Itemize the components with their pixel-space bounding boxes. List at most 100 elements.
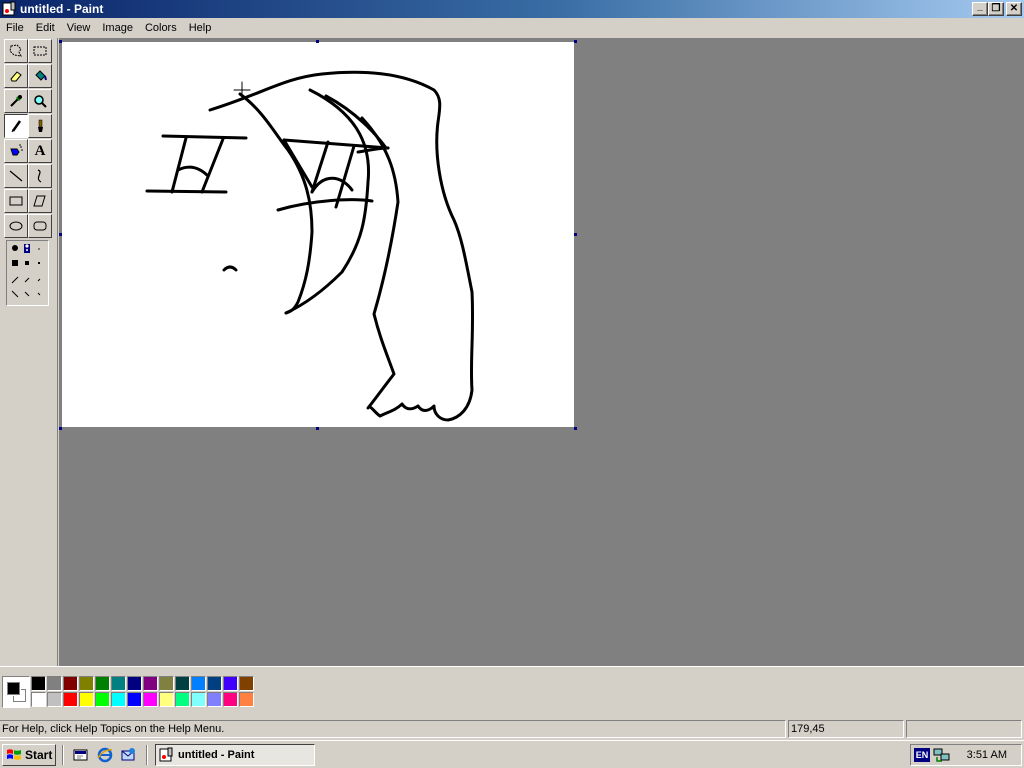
taskbar: Start untitled - Paint EN 3:51 AM [0, 740, 1024, 768]
resize-handle-bottom-left[interactable] [59, 427, 62, 430]
paint-app-icon[interactable] [2, 1, 18, 17]
palette-color-swatch[interactable] [31, 676, 46, 691]
tool-curve[interactable] [28, 164, 52, 188]
tool-eraser[interactable] [4, 64, 28, 88]
tool-polygon[interactable] [28, 189, 52, 213]
palette-color-swatch[interactable] [191, 676, 206, 691]
palette-color-swatch[interactable] [175, 676, 190, 691]
drawing-strokes [145, 70, 475, 422]
taskbar-separator [62, 745, 64, 765]
tool-pencil[interactable] [4, 114, 28, 138]
tool-options-panel[interactable] [6, 240, 49, 306]
palette-color-swatch[interactable] [223, 692, 238, 707]
resize-handle-top-right[interactable] [574, 40, 577, 43]
palette-color-swatch[interactable] [143, 676, 158, 691]
current-colors[interactable] [2, 676, 30, 708]
palette-color-swatch[interactable] [127, 676, 142, 691]
magnifier-icon [34, 95, 47, 108]
caption-buttons: _ ❐ ✕ [972, 2, 1022, 16]
palette-color-swatch[interactable] [79, 676, 94, 691]
tool-line[interactable] [4, 164, 28, 188]
resize-handle-bottom-right[interactable] [574, 427, 577, 430]
palette-color-swatch[interactable] [31, 692, 46, 707]
palette-color-swatch[interactable] [79, 692, 94, 707]
workspace[interactable] [59, 38, 1024, 666]
close-button[interactable]: ✕ [1006, 2, 1022, 16]
network-icon[interactable] [933, 747, 951, 763]
outlook-express-icon[interactable] [120, 747, 136, 763]
palette-color-swatch[interactable] [111, 676, 126, 691]
tool-rectangle[interactable] [4, 189, 28, 213]
start-button[interactable]: Start [2, 744, 56, 766]
language-indicator[interactable]: EN [914, 748, 930, 762]
window-title: untitled - Paint [20, 2, 104, 16]
menu-help[interactable]: Help [183, 18, 218, 38]
close-icon: ✕ [1009, 3, 1019, 14]
resize-handle-top[interactable] [316, 40, 319, 43]
tool-pick-color[interactable] [4, 89, 28, 113]
minimize-icon: _ [977, 1, 983, 12]
show-desktop-icon[interactable] [73, 747, 89, 763]
palette-color-swatch[interactable] [63, 676, 78, 691]
status-bar: For Help, click Help Topics on the Help … [0, 718, 1024, 740]
tool-magnifier[interactable] [28, 89, 52, 113]
taskbar-button-paint[interactable]: untitled - Paint [155, 744, 315, 766]
line-icon [9, 170, 23, 182]
menu-file[interactable]: File [0, 18, 30, 38]
palette-color-swatch[interactable] [191, 692, 206, 707]
tool-text[interactable]: A [28, 139, 52, 163]
ellipse-icon [9, 221, 23, 231]
status-selection-size [906, 720, 1022, 738]
palette-color-swatch[interactable] [239, 692, 254, 707]
tool-select[interactable] [28, 39, 52, 63]
palette-color-swatch[interactable] [95, 676, 110, 691]
system-tray: EN 3:51 AM [910, 744, 1022, 766]
tool-fill-with-color[interactable] [28, 64, 52, 88]
tool-airbrush[interactable] [4, 139, 28, 163]
tool-rounded-rectangle[interactable] [28, 214, 52, 238]
tool-box: A [0, 38, 58, 666]
title-bar[interactable]: untitled - Paint _ ❐ ✕ [0, 0, 1024, 18]
tool-free-form-select[interactable] [4, 39, 28, 63]
palette-color-swatch[interactable] [175, 692, 190, 707]
palette-color-swatch[interactable] [159, 692, 174, 707]
palette-color-swatch[interactable] [239, 676, 254, 691]
eraser-icon [10, 71, 22, 82]
color-palette [31, 676, 255, 708]
resize-handle-top-left[interactable] [59, 40, 62, 43]
paint-app-icon [159, 747, 173, 762]
clock[interactable]: 3:51 AM [967, 745, 1007, 765]
resize-handle-left[interactable] [59, 233, 62, 236]
tool-brush[interactable] [28, 114, 52, 138]
pencil-icon [11, 120, 22, 133]
palette-color-swatch[interactable] [159, 676, 174, 691]
palette-color-swatch[interactable] [95, 692, 110, 707]
menu-colors[interactable]: Colors [139, 18, 183, 38]
internet-explorer-icon[interactable] [97, 747, 113, 763]
palette-color-swatch[interactable] [127, 692, 142, 707]
palette-color-swatch[interactable] [63, 692, 78, 707]
foreground-color-swatch[interactable] [6, 681, 21, 696]
taskbar-separator [146, 745, 148, 765]
palette-color-swatch[interactable] [223, 676, 238, 691]
restore-button[interactable]: ❐ [988, 2, 1004, 16]
palette-color-swatch[interactable] [143, 692, 158, 707]
menu-edit[interactable]: Edit [30, 18, 61, 38]
polygon-icon [33, 195, 46, 207]
palette-color-swatch[interactable] [111, 692, 126, 707]
tool-ellipse[interactable] [4, 214, 28, 238]
start-label: Start [25, 748, 53, 762]
palette-color-swatch[interactable] [207, 676, 222, 691]
menu-image[interactable]: Image [96, 18, 139, 38]
menu-view[interactable]: View [61, 18, 97, 38]
eyedropper-icon [10, 95, 22, 107]
resize-handle-right[interactable] [574, 233, 577, 236]
palette-color-swatch[interactable] [207, 692, 222, 707]
drawing-canvas[interactable] [62, 42, 574, 427]
palette-color-swatch[interactable] [47, 692, 62, 707]
text-icon: A [34, 142, 46, 159]
minimize-button[interactable]: _ [972, 2, 988, 16]
resize-handle-bottom[interactable] [316, 427, 319, 430]
taskbar-button-label: untitled - Paint [178, 749, 255, 761]
palette-color-swatch[interactable] [47, 676, 62, 691]
